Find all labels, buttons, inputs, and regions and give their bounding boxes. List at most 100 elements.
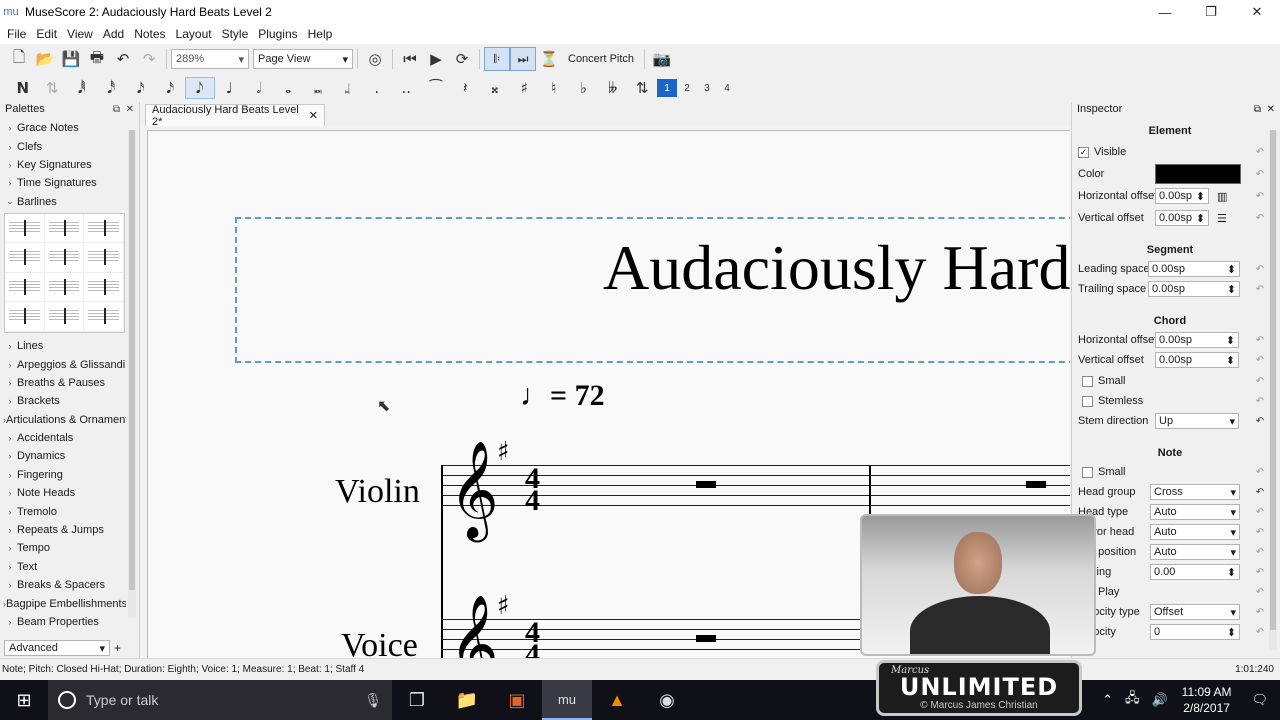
chord-v-offset-field[interactable]: 0.00sp ⬍ <box>1155 352 1239 368</box>
palette-item[interactable]: › Grace Notes <box>3 119 126 137</box>
palette-item[interactable]: › Repeats & Jumps <box>3 521 126 539</box>
stemless-checkbox[interactable] <box>1082 395 1093 407</box>
minimize-button[interactable]: — <box>1142 0 1188 24</box>
reset-icon[interactable]: ↶ <box>1252 565 1268 579</box>
head-group-select[interactable]: Cross ▾ <box>1150 484 1240 500</box>
palette-scrollbar[interactable] <box>128 130 136 618</box>
palette-item[interactable]: › Lines <box>3 337 126 355</box>
duration-16th-icon[interactable]: 𝅘𝅥𝅯 <box>126 77 156 99</box>
open-folder-icon[interactable]: 📂 <box>32 47 58 71</box>
voice-1-button[interactable]: 1 <box>657 79 677 97</box>
key-signature-sharp[interactable]: ♯ <box>497 591 510 621</box>
action-center-icon[interactable]: 🗨 <box>1239 692 1280 708</box>
float-panel-icon[interactable]: ⧉ <box>1254 104 1261 115</box>
palette-item[interactable]: › Bagpipe Embellishments <box>3 594 126 612</box>
tray-chevron-icon[interactable]: ⌃ <box>1096 692 1119 708</box>
reset-icon[interactable]: ↶ <box>1252 465 1268 479</box>
reset-icon[interactable]: ↶ <box>1252 189 1268 203</box>
windows-start-icon[interactable]: ⊞ <box>0 680 48 720</box>
reset-icon[interactable]: ↶ <box>1252 145 1268 159</box>
barline-cell[interactable] <box>44 213 85 244</box>
visible-checkbox[interactable]: ✓ <box>1078 146 1089 158</box>
treble-clef-icon[interactable]: 𝄞 <box>449 447 499 531</box>
new-score-icon[interactable]: 🗋 <box>6 47 32 71</box>
menu-notes[interactable]: Notes <box>129 27 170 41</box>
palette-item[interactable]: › Tempo <box>3 539 126 557</box>
network-icon[interactable]: 🖧 <box>1119 689 1146 711</box>
instrument-name-violin[interactable]: Violin <box>335 473 420 511</box>
trailing-space-field[interactable]: 0.00sp ⬍ <box>1148 281 1240 297</box>
inspector-scrollbar[interactable] <box>1269 130 1277 650</box>
palette-item[interactable]: › Note Heads <box>3 484 126 502</box>
leading-space-field[interactable]: 0.00sp ⬍ <box>1148 261 1240 277</box>
play-icon[interactable]: ▶ <box>423 47 449 71</box>
duration-whole-icon[interactable]: 𝅝 <box>274 77 304 99</box>
barline-cell[interactable] <box>5 213 45 244</box>
close-panel-icon[interactable]: ✕ <box>1267 104 1275 115</box>
palette-item[interactable]: › Beam Properties <box>3 613 126 631</box>
task-view-icon[interactable]: ❐ <box>392 680 442 720</box>
title-frame[interactable]: Audaciously Hard Beats Level 2 <box>235 217 1070 363</box>
reset-icon[interactable]: ↶ <box>1252 374 1268 388</box>
rest-icon[interactable]: 𝄽 <box>451 77 481 99</box>
palette-item[interactable]: › Dynamics <box>3 447 126 465</box>
redo-icon[interactable]: ↷ <box>136 47 162 71</box>
workspace-select[interactable]: Advanced ▾ <box>4 640 110 656</box>
repeat-playback-icon[interactable]: 𝄆 <box>484 47 510 71</box>
barline-cell[interactable] <box>44 302 85 332</box>
reset-icon[interactable]: ↶ <box>1252 414 1268 428</box>
snap-grid-icon[interactable]: ▥ <box>1217 190 1227 203</box>
double-dot-icon[interactable]: .. <box>392 77 422 99</box>
obs-icon[interactable]: ◉ <box>642 680 692 720</box>
palette-item[interactable]: › Breaks & Spacers <box>3 576 126 594</box>
palette-item[interactable]: › Tremolo <box>3 502 126 520</box>
duration-8th-icon[interactable]: 𝅘𝅥𝅯 <box>156 77 186 99</box>
head-type-select[interactable]: Auto ▾ <box>1150 504 1240 520</box>
palette-item[interactable]: › Key Signatures <box>3 156 126 174</box>
tempo-marking[interactable]: ♩= 72 <box>520 379 605 413</box>
barline-cell[interactable] <box>44 243 85 273</box>
dot-position-select[interactable]: Auto ▾ <box>1150 544 1240 560</box>
save-icon[interactable]: 💾 <box>58 47 84 71</box>
duration-eighth-selected-icon[interactable]: 𝅘𝅥𝅮 <box>185 77 215 99</box>
restore-button[interactable]: ❐ <box>1188 0 1234 24</box>
duration-breve-icon[interactable]: 𝅜 <box>303 77 333 99</box>
whole-rest[interactable] <box>1026 481 1046 488</box>
barline-cell[interactable] <box>84 302 124 332</box>
color-swatch[interactable] <box>1155 164 1241 184</box>
barline-cell[interactable] <box>44 272 85 303</box>
system-clock[interactable]: 11:09 AM 2/8/2017 <box>1174 684 1240 716</box>
reset-icon[interactable]: ↶ <box>1252 167 1268 181</box>
reset-icon[interactable]: ↶ <box>1252 485 1268 499</box>
zoom-select[interactable]: 289% ▾ <box>171 49 249 69</box>
loop-icon[interactable]: ⟳ <box>449 47 475 71</box>
score-title[interactable]: Audaciously Hard Beats Level 2 <box>603 231 1070 305</box>
reset-icon[interactable]: ↶ <box>1252 211 1268 225</box>
float-panel-icon[interactable]: ⧉ <box>113 104 120 115</box>
reset-icon[interactable]: ↶ <box>1252 525 1268 539</box>
stem-direction-select[interactable]: Up ▾ <box>1155 413 1239 429</box>
duration-half-icon[interactable]: 𝅗𝅥 <box>244 77 274 99</box>
menu-layout[interactable]: Layout <box>171 27 217 41</box>
violin-staff[interactable]: 𝄞 ♯ 44 <box>441 437 1070 658</box>
element-h-offset-field[interactable]: 0.00sp ⬍ <box>1155 188 1209 204</box>
menu-file[interactable]: File <box>2 27 31 41</box>
barline-cell[interactable] <box>5 272 45 303</box>
file-explorer-icon[interactable]: 📁 <box>442 680 492 720</box>
reset-icon[interactable]: ↶ <box>1252 585 1268 599</box>
key-signature-sharp[interactable]: ♯ <box>497 437 510 467</box>
treble-clef-icon[interactable]: 𝄞 <box>449 601 499 658</box>
note-input-options-icon[interactable]: ⇅ <box>38 77 68 99</box>
barline-cell[interactable] <box>5 302 45 332</box>
reset-icon[interactable]: ↶ <box>1252 545 1268 559</box>
menu-style[interactable]: Style <box>217 27 254 41</box>
sharp-icon[interactable]: ♯ <box>510 77 540 99</box>
chord-h-offset-field[interactable]: 0.00sp ⬍ <box>1155 332 1239 348</box>
mirror-head-select[interactable]: Auto ▾ <box>1150 524 1240 540</box>
metronome-icon[interactable]: ⏳ <box>536 47 562 71</box>
duration-longa-icon[interactable]: 𝆷 <box>333 77 363 99</box>
note-input-mode-icon[interactable]: N <box>8 77 38 99</box>
print-icon[interactable]: 🖶 <box>84 47 110 71</box>
view-mode-select[interactable]: Page View ▾ <box>253 49 353 69</box>
duration-quarter-icon[interactable]: ♩ <box>215 77 245 99</box>
